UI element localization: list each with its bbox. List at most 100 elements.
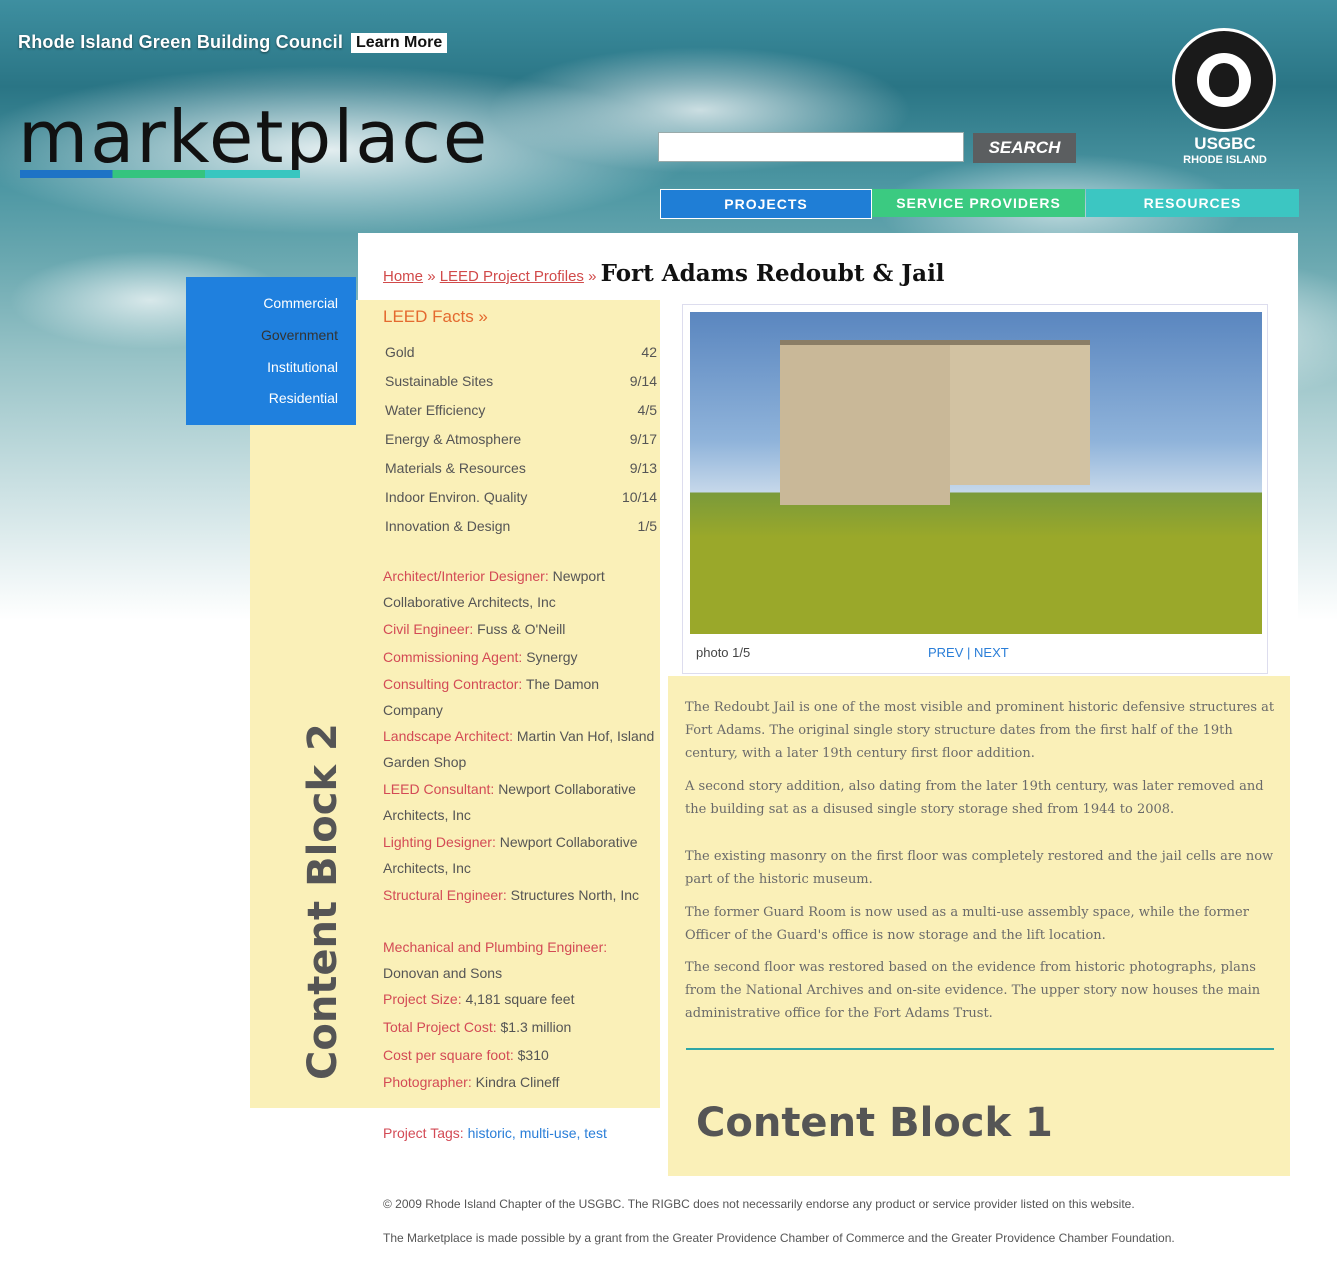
leed-fact-value: 9/17 [629, 431, 657, 447]
tag-link[interactable]: multi-use, [520, 1125, 581, 1141]
nav-projects[interactable]: PROJECTS [660, 189, 872, 219]
credit-entry: Lighting Designer: Newport Collaborative… [383, 829, 658, 881]
description-paragraph: The former Guard Room is now used as a m… [685, 905, 1249, 943]
credit-entry: Structural Engineer: Structures North, I… [383, 882, 658, 908]
credit-entry: Consulting Contractor: The Damon Company [383, 671, 658, 723]
credit-entry: Photographer: Kindra Clineff [383, 1069, 658, 1095]
credit-value: Synergy [526, 649, 578, 665]
description-paragraph: The existing masonry on the first floor … [685, 849, 1274, 887]
leed-fact-row: Innovation & Design 1/5 [385, 518, 657, 534]
credit-role[interactable]: Cost per square foot: [383, 1047, 514, 1063]
credit-value: Donovan and Sons [383, 965, 503, 981]
project-tags-label: Project Tags: [383, 1125, 464, 1141]
credit-role[interactable]: LEED Consultant: [383, 781, 494, 797]
usgbc-chapter-seal[interactable] [1172, 28, 1276, 132]
leed-fact-label: Materials & Resources [385, 460, 526, 476]
divider [686, 1048, 1274, 1050]
breadcrumb: Home » LEED Project Profiles » Fort Adam… [383, 260, 945, 287]
credit-value: $310 [517, 1047, 549, 1063]
leed-fact-value: 9/13 [629, 460, 657, 476]
leed-fact-label: Water Efficiency [385, 402, 486, 418]
breadcrumb-separator: » [588, 268, 597, 285]
leed-fact-label: Innovation & Design [385, 518, 511, 534]
credit-role[interactable]: Project Size: [383, 991, 462, 1007]
usgbc-line1: USGBC [1194, 134, 1256, 153]
usgbc-leaf-icon [1197, 53, 1251, 107]
top-bar: Rhode Island Green Building Council Lear… [18, 32, 448, 53]
leed-fact-row: Sustainable Sites 9/14 [385, 373, 657, 389]
sidebar-item-institutional[interactable]: Institutional [267, 359, 338, 375]
leed-fact-row: Water Efficiency 4/5 [385, 402, 657, 418]
credit-role[interactable]: Landscape Architect: [383, 728, 513, 744]
nav-resources[interactable]: RESOURCES [1086, 189, 1299, 217]
sidebar-item-government[interactable]: Government [261, 327, 338, 343]
credit-value: Fuss & O'Neill [477, 621, 566, 637]
credit-entry: Commissioning Agent: Synergy [383, 644, 658, 670]
leed-fact-row: Materials & Resources 9/13 [385, 460, 657, 476]
leed-fact-value: 10/14 [621, 489, 657, 505]
leed-fact-label: Energy & Atmosphere [385, 431, 522, 447]
credit-value: Structures North, Inc [510, 887, 640, 903]
search-input[interactable] [658, 132, 964, 162]
photo-caption: photo 1/5 [696, 645, 751, 660]
building-shape [950, 345, 1090, 485]
credit-role[interactable]: Structural Engineer: [383, 887, 507, 903]
building-shape [780, 345, 950, 505]
search-button[interactable]: SEARCH [973, 133, 1076, 163]
leed-fact-label: Sustainable Sites [385, 373, 494, 389]
credit-role[interactable]: Architect/Interior Designer: [383, 568, 549, 584]
photo-navigation: PREV | NEXT [928, 645, 1009, 660]
description-paragraph: The second floor was restored based on t… [685, 960, 1261, 1021]
credit-entry: Total Project Cost: $1.3 million [383, 1014, 658, 1040]
content-block-1-label: Content Block 1 [696, 1100, 1053, 1146]
nav-service-providers[interactable]: SERVICE PROVIDERS [872, 189, 1085, 217]
description-paragraph: The Redoubt Jail is one of the most visi… [685, 700, 1275, 761]
usgbc-label: USGBC RHODE ISLAND [1160, 134, 1290, 166]
credit-entry: Cost per square foot: $310 [383, 1042, 658, 1068]
logo-color-bar [20, 170, 300, 178]
sidebar-nav: Commercial Government Institutional Resi… [186, 277, 356, 425]
credit-role[interactable]: Consulting Contractor: [383, 676, 522, 692]
credit-role[interactable]: Mechanical and Plumbing Engineer: [383, 939, 607, 955]
credit-entry: Civil Engineer: Fuss & O'Neill [383, 616, 658, 642]
photo-nav-separator: | [967, 645, 971, 660]
sidebar-item-residential[interactable]: Residential [269, 390, 338, 406]
description-paragraph: A second story addition, also dating fro… [685, 779, 1264, 817]
sidebar-item-commercial[interactable]: Commercial [263, 295, 338, 311]
marketplace-logo[interactable]: marketplace [18, 92, 489, 182]
breadcrumb-separator: » [427, 268, 436, 285]
breadcrumb-home[interactable]: Home [383, 268, 423, 285]
content-block-2-label: Content Block 2 [300, 723, 346, 1080]
leed-fact-label: Gold [385, 344, 415, 360]
credit-role[interactable]: Civil Engineer: [383, 621, 473, 637]
credit-role[interactable]: Total Project Cost: [383, 1019, 497, 1035]
project-tags: Project Tags: historic, multi-use, test [383, 1120, 643, 1146]
leed-fact-value: 42 [641, 344, 657, 360]
credit-entry: LEED Consultant: Newport Collaborative A… [383, 776, 658, 828]
tag-link[interactable]: test [584, 1125, 607, 1141]
photo-prev-link[interactable]: PREV [928, 645, 963, 660]
leed-fact-label: Indoor Environ. Quality [385, 489, 528, 505]
council-name: Rhode Island Green Building Council [18, 32, 344, 52]
tag-link[interactable]: historic, [468, 1125, 516, 1141]
footer-grant: The Marketplace is made possible by a gr… [383, 1231, 1175, 1245]
credit-entry: Landscape Architect: Martin Van Hof, Isl… [383, 723, 658, 775]
leed-fact-row: Indoor Environ. Quality 10/14 [385, 489, 657, 505]
leed-fact-row: Gold 42 [385, 344, 657, 360]
credit-entry: Project Size: 4,181 square feet [383, 986, 658, 1012]
leed-facts-link[interactable]: LEED Facts » [383, 307, 488, 327]
credit-value: 4,181 square feet [465, 991, 575, 1007]
photo-next-link[interactable]: NEXT [974, 645, 1009, 660]
credit-role[interactable]: Lighting Designer: [383, 834, 496, 850]
leed-fact-row: Energy & Atmosphere 9/17 [385, 431, 657, 447]
leed-fact-value: 9/14 [629, 373, 657, 389]
breadcrumb-leed-profiles[interactable]: LEED Project Profiles [440, 268, 584, 285]
credit-role[interactable]: Commissioning Agent: [383, 649, 522, 665]
page-title: Fort Adams Redoubt & Jail [600, 260, 945, 287]
credit-value: $1.3 million [500, 1019, 572, 1035]
usgbc-line2: RHODE ISLAND [1183, 154, 1267, 166]
footer-copyright: © 2009 Rhode Island Chapter of the USGBC… [383, 1197, 1135, 1211]
learn-more-link[interactable]: Learn More [351, 32, 448, 53]
credit-role[interactable]: Photographer: [383, 1074, 472, 1090]
credit-value: Kindra Clineff [475, 1074, 560, 1090]
